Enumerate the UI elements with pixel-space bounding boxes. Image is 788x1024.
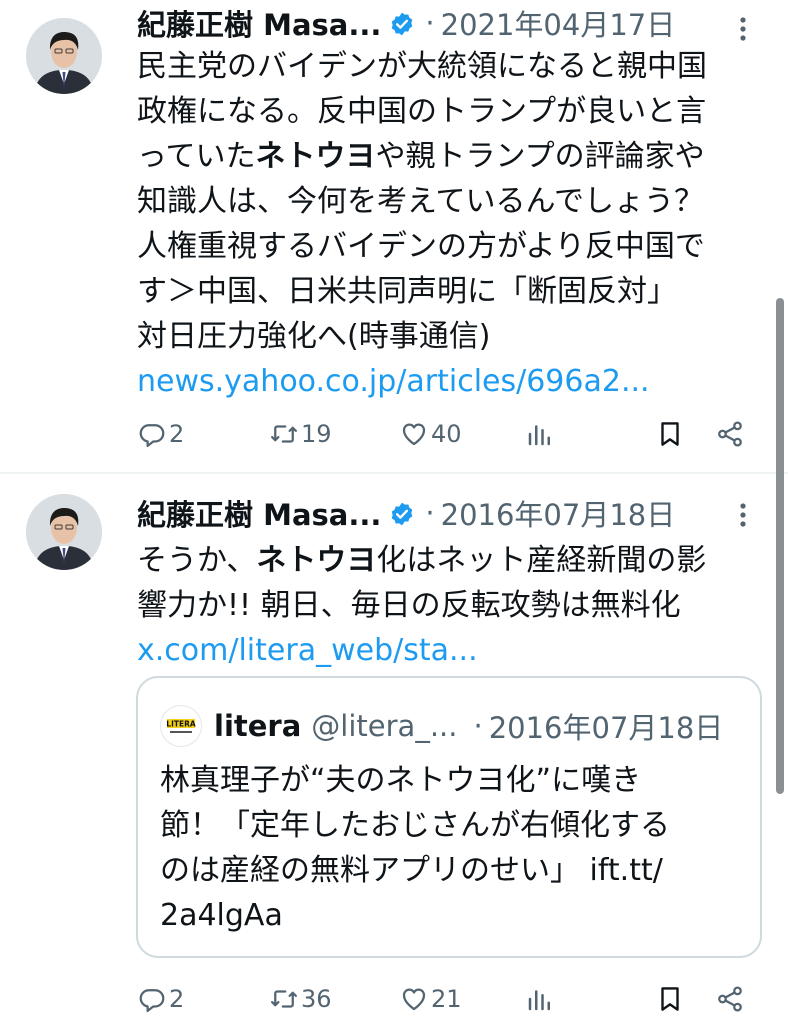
retweet-count: 36: [301, 985, 332, 1013]
text-line: 民主党のバイデンが大統領になると親中国: [137, 49, 707, 84]
like-button[interactable]: 40: [399, 414, 462, 454]
action-bar: 2 19 40: [137, 414, 757, 454]
quote-date: 2016年07月18日: [488, 711, 724, 745]
more-vertical-icon[interactable]: [728, 494, 758, 534]
text-line: 政権になる。反中国のトランプが良いと言: [137, 94, 707, 129]
reply-count: 2: [169, 985, 185, 1013]
author-name[interactable]: 紀藤正樹 Masa...: [137, 2, 381, 44]
bookmark-button[interactable]: [655, 979, 685, 1019]
text-line: 人権重視するバイデンの方がより反中国で: [137, 229, 705, 264]
text-line: そうか、ネトウヨ化はネット産経新聞の影: [137, 538, 777, 583]
reply-count: 2: [169, 420, 185, 448]
text-segment: そうか、: [137, 543, 257, 578]
quote-text: 林真理子が“夫のネトウヨ化”に嘆き 節！「定年したおじさんが右傾化する のは産経…: [160, 758, 740, 938]
bookmark-button[interactable]: [655, 414, 685, 454]
verified-badge-icon: [389, 10, 415, 36]
reply-icon: [139, 424, 165, 447]
tweet-date[interactable]: 2021年04月17日: [441, 2, 676, 44]
retweet-button[interactable]: 36: [269, 979, 332, 1019]
share-button[interactable]: [715, 414, 745, 454]
text-segment: や親トランプの評論家や: [375, 139, 705, 174]
share-icon: [718, 421, 742, 447]
views-button[interactable]: [525, 979, 555, 1019]
like-count: 21: [431, 985, 462, 1013]
scrollbar[interactable]: [776, 298, 784, 794]
retweet-icon: [271, 425, 297, 443]
separator-dot: ·: [425, 496, 435, 530]
quote-author-handle[interactable]: @litera_...: [311, 709, 457, 743]
author-avatar[interactable]: [26, 18, 102, 94]
tweet-text: 民主党のバイデンが大統領になると親中国 政権になる。反中国のトランプが良いと言 …: [137, 44, 777, 404]
tweet-text: そうか、ネトウヨ化はネット産経新聞の影 響力か!! 朝日、毎日の反転攻勢は無料化…: [137, 538, 777, 673]
text-line: のは産経の無料アプリのせい」 ift.tt/: [160, 853, 663, 888]
text-line: す＞中国、日米共同声明に「断固反対」: [137, 274, 677, 309]
views-chart-icon: [528, 425, 550, 446]
views-chart-icon: [528, 990, 550, 1011]
text-line: 知識人は、今何を考えているんでしょう？: [137, 184, 704, 219]
heart-icon: [402, 988, 426, 1011]
separator-dot: ·: [473, 709, 483, 743]
text-line: 林真理子が“夫のネトウヨ化”に嘆き: [160, 763, 642, 798]
tweet-link[interactable]: news.yahoo.co.jp/articles/696a2...: [137, 359, 777, 404]
avatar-portrait-icon: [26, 494, 102, 570]
text-line: 2a4lgAa: [160, 898, 283, 933]
bookmark-icon: [661, 987, 679, 1011]
action-bar: 2 36 21: [137, 979, 757, 1019]
more-vertical-icon[interactable]: [728, 8, 758, 48]
views-button[interactable]: [525, 414, 555, 454]
tweet-link[interactable]: x.com/litera_web/sta...: [137, 628, 777, 673]
retweet-icon: [271, 990, 297, 1008]
quote-author-name[interactable]: litera: [214, 709, 301, 743]
text-line: 響力か!! 朝日、毎日の反転攻勢は無料化: [137, 588, 681, 623]
bookmark-icon: [661, 422, 679, 446]
like-button[interactable]: 21: [399, 979, 462, 1019]
author-avatar[interactable]: [26, 494, 102, 570]
reply-button[interactable]: 2: [137, 979, 184, 1019]
avatar-portrait-icon: [26, 18, 102, 94]
verified-badge-icon: [389, 500, 415, 526]
litera-logo-icon: LITERA: [162, 707, 200, 745]
quoted-tweet[interactable]: LITERA litera @litera_... · 2016年07月18日 …: [136, 676, 762, 958]
highlighted-term: ネトウヨ: [256, 543, 377, 578]
text-line: 節！「定年したおじさんが右傾化する: [160, 808, 670, 843]
highlighted-term: ネトウヨ: [255, 139, 376, 174]
retweet-button[interactable]: 19: [269, 414, 332, 454]
text-line: っていたネトウヨや親トランプの評論家や: [137, 134, 777, 179]
retweet-count: 19: [301, 420, 332, 448]
reply-icon: [139, 989, 165, 1012]
tweet-date[interactable]: 2016年07月18日: [441, 492, 676, 534]
tweet-2[interactable]: 紀藤正樹 Masa... · 2016年07月18日 そうか、ネトウヨ化はネット…: [0, 474, 788, 1024]
share-button[interactable]: [715, 979, 745, 1019]
tweet-header: 紀藤正樹 Masa... · 2021年04月17日: [137, 3, 675, 43]
heart-icon: [402, 423, 426, 446]
like-count: 40: [431, 420, 462, 448]
tweet-header: 紀藤正樹 Masa... · 2016年07月18日: [137, 493, 675, 533]
text-segment: っていた: [137, 139, 256, 174]
text-line: 対日圧力強化へ(時事通信): [137, 319, 491, 354]
quote-header: LITERA litera @litera_... · 2016年07月18日: [160, 705, 724, 747]
litera-logo: LITERA: [160, 705, 202, 747]
reply-button[interactable]: 2: [137, 414, 184, 454]
separator-dot: ·: [425, 6, 435, 40]
text-segment: 化はネット産経新聞の影: [376, 543, 707, 578]
svg-text:LITERA: LITERA: [166, 720, 196, 729]
author-name[interactable]: 紀藤正樹 Masa...: [137, 492, 381, 534]
tweet-1[interactable]: 紀藤正樹 Masa... · 2021年04月17日 民主党のバイデンが大統領に…: [0, 0, 788, 472]
share-icon: [718, 986, 742, 1012]
